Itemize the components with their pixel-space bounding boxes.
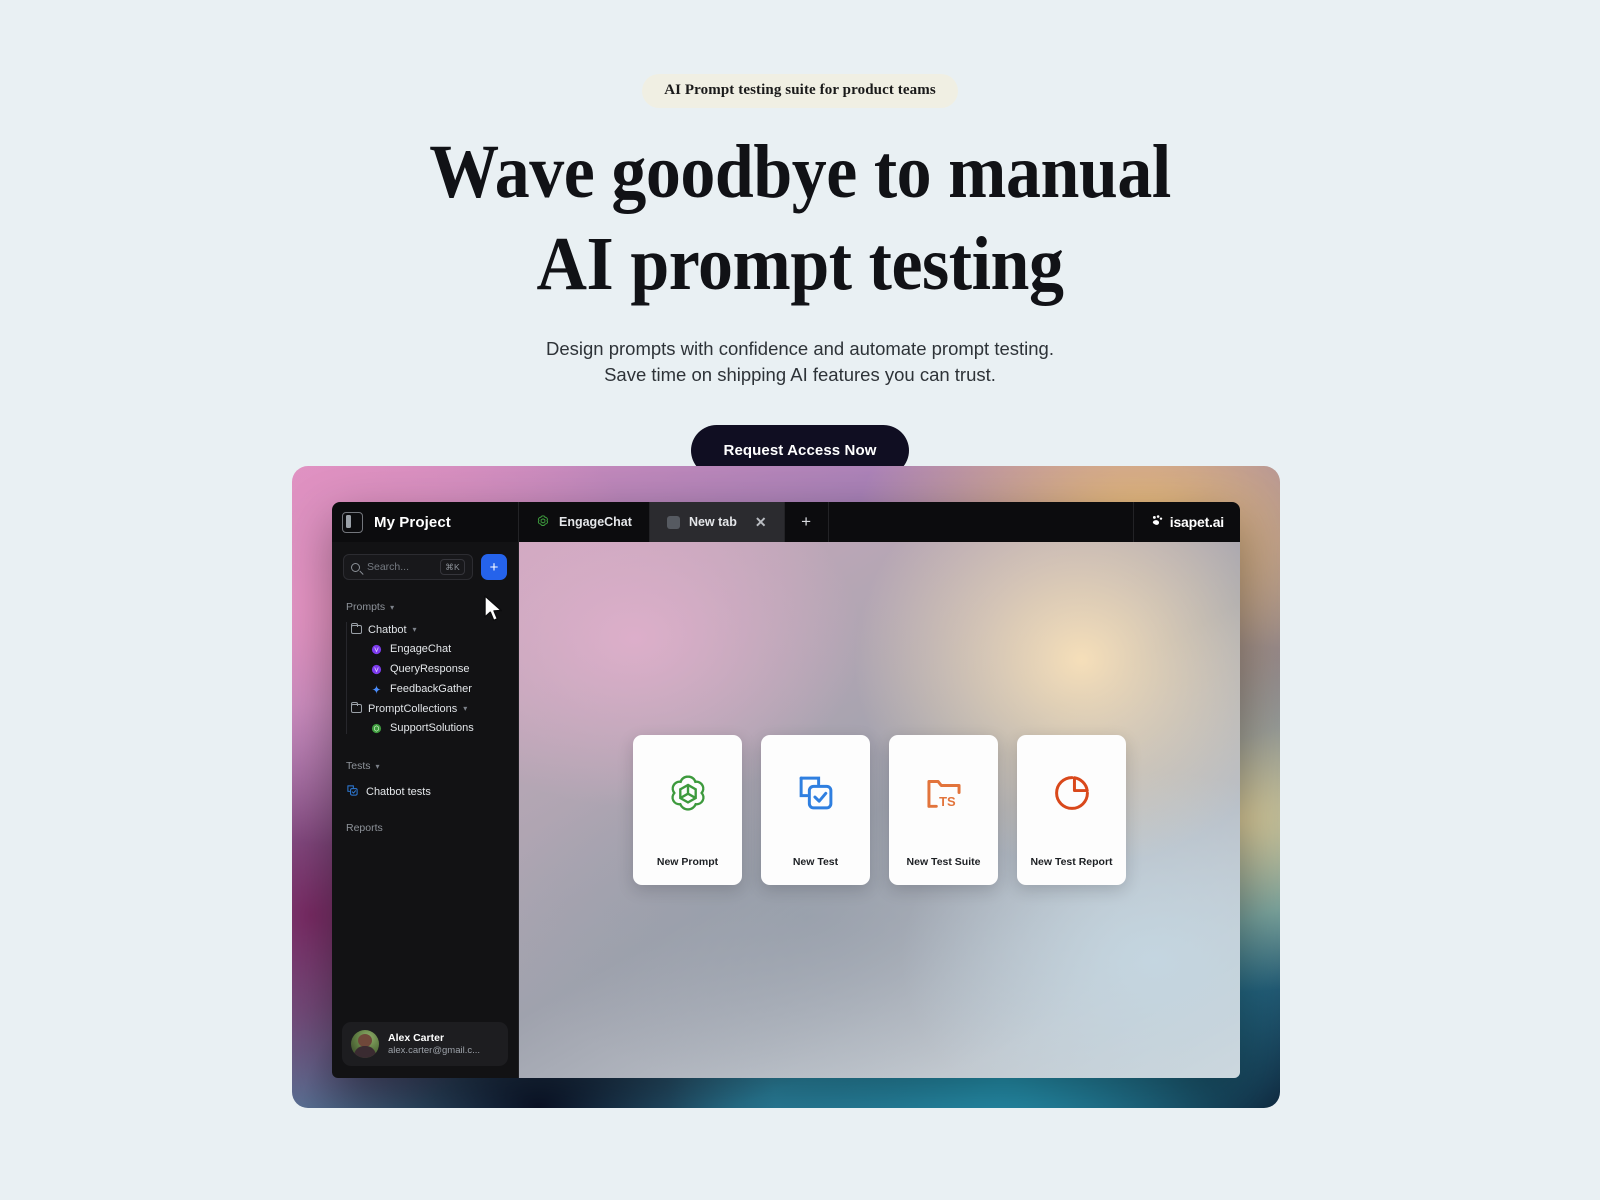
sidebar-section-prompts[interactable]: Prompts ▾ [332,601,518,613]
section-label: Prompts [346,601,386,613]
openai-icon [536,514,550,531]
app-window: My Project EngageChat New tab ✕ + isapet… [332,502,1240,1078]
sidebar-toggle-icon[interactable] [342,511,363,533]
chevron-down-icon: ▾ [412,625,417,634]
prompt-label: EngageChat [390,643,452,655]
openai-icon [371,723,382,734]
chevron-down-icon: ▾ [390,602,395,612]
card-new-prompt[interactable]: New Prompt [633,735,742,885]
claude-icon [371,664,382,675]
folder-label: Chatbot [368,623,407,636]
user-account-card[interactable]: Alex Carter alex.carter@gmail.c... [342,1022,508,1066]
headline-line-1: Wave goodbye to manual [429,130,1171,214]
card-icon-wrap: TS [923,735,965,856]
card-label: New Test [792,856,839,868]
card-new-test[interactable]: New Test [761,735,870,885]
svg-text:TS: TS [939,794,956,809]
tab-new-tab[interactable]: New tab ✕ [649,502,785,542]
prompt-label: QueryResponse [390,663,470,675]
card-label: New Test Report [1030,856,1113,868]
hero-badge: AI Prompt testing suite for product team… [642,74,958,108]
search-input[interactable]: Search... ⌘K [343,554,473,580]
card-icon-wrap [795,735,837,856]
app-body: Search... ⌘K + Prompts ▾ Chatbot ▾ Engag… [332,542,1240,1078]
product-screenshot-frame: My Project EngageChat New tab ✕ + isapet… [292,466,1280,1108]
hero-subtitle: Design prompts with confidence and autom… [0,336,1600,387]
avatar [351,1030,379,1058]
test-item-chatbot-tests[interactable]: Chatbot tests [332,780,518,800]
subtitle-line-2: Save time on shipping AI features you ca… [604,363,996,385]
search-shortcut-badge: ⌘K [440,559,465,575]
project-title: My Project [374,513,451,531]
folder-promptcollections[interactable]: PromptCollections ▾ [350,699,518,718]
user-meta: Alex Carter alex.carter@gmail.c... [388,1031,480,1058]
prompt-item-engagechat[interactable]: EngageChat [351,639,518,659]
chevron-down-icon: ▾ [463,704,468,713]
folder-ts-icon: TS [923,772,965,819]
search-icon [351,562,360,572]
app-topbar: My Project EngageChat New tab ✕ + isapet… [332,502,1240,542]
tab-label: New tab [688,515,737,529]
sidebar: Search... ⌘K + Prompts ▾ Chatbot ▾ Engag… [332,542,519,1078]
user-name: Alex Carter [388,1031,445,1044]
headline-line-2: AI prompt testing [536,222,1064,306]
folder-icon [350,701,362,713]
blank-square-icon [666,515,680,529]
sidebar-search-row: Search... ⌘K + [332,554,518,580]
prompt-item-queryresponse[interactable]: QueryResponse [351,659,518,679]
test-stack-icon [795,772,837,819]
section-label: Tests [346,760,371,772]
page-title: Wave goodbye to manual AI prompt testing [64,134,1536,302]
sidebar-section-tests[interactable]: Tests ▾ [332,760,518,772]
new-tab-button[interactable]: + [785,502,829,542]
paw-mark-icon [1150,513,1165,531]
card-new-test-suite[interactable]: TS New Test Suite [889,735,998,885]
openai-icon [667,772,709,819]
folder-chatbot[interactable]: Chatbot ▾ [350,620,518,639]
claude-icon [371,644,382,655]
tab-label: EngageChat [559,515,632,529]
brand-logo: isapet.ai [1134,502,1240,542]
prompt-item-feedbackgather[interactable]: FeedbackGather [351,679,518,699]
section-label: Reports [346,822,383,834]
main-canvas: New Prompt New Test TS New Test Suite Ne… [519,542,1240,1078]
user-email: alex.carter@gmail.c... [388,1044,481,1056]
card-label: New Test Suite [906,856,981,868]
card-icon-wrap [667,735,709,856]
topbar-project-area: My Project [332,502,519,542]
prompt-label: SupportSolutions [390,722,474,734]
folder-label: PromptCollections [368,702,458,715]
test-stack-icon [346,784,359,800]
search-placeholder: Search... [367,561,410,573]
test-label: Chatbot tests [366,786,431,798]
card-icon-wrap [1051,735,1093,856]
brand-name: isapet.ai [1169,514,1224,530]
chevron-down-icon: ▾ [375,761,380,771]
gemini-sparkle-icon [371,684,382,695]
pie-chart-icon [1051,772,1093,819]
add-new-button[interactable]: + [481,554,507,580]
prompt-label: FeedbackGather [390,683,472,695]
card-label: New Prompt [656,856,719,868]
folder-icon [350,622,362,634]
subtitle-line-1: Design prompts with confidence and autom… [545,338,1054,359]
hero-section: AI Prompt testing suite for product team… [0,0,1600,477]
prompt-item-supportsolutions[interactable]: SupportSolutions [351,718,518,738]
topbar-spacer [829,502,1134,542]
tab-engagechat[interactable]: EngageChat [519,502,650,542]
card-new-test-report[interactable]: New Test Report [1017,735,1126,885]
prompts-tree: Chatbot ▾ EngageChat QueryResponse Feedb… [332,620,518,738]
sidebar-section-reports[interactable]: Reports [332,822,518,834]
close-icon[interactable]: ✕ [755,515,767,529]
